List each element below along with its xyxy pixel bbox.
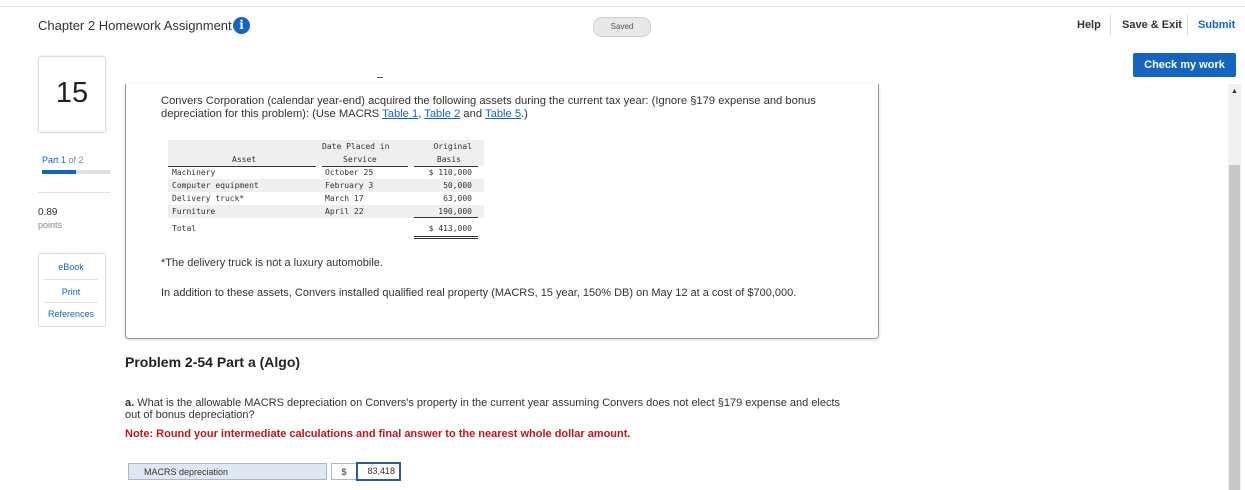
total-double-underline (414, 236, 478, 237)
print-link[interactable]: Print (38, 287, 104, 297)
basis-header-2: Basis (436, 155, 461, 164)
date-header-2: Service (343, 155, 377, 164)
resources-divider (44, 279, 98, 280)
additional-info: In addition to these assets, Convers ins… (161, 287, 797, 299)
check-my-work-button[interactable]: Check my work (1133, 53, 1236, 77)
info-icon[interactable]: i (233, 17, 250, 34)
assignment-title: Chapter 2 Homework Assignment (38, 18, 232, 33)
save-exit-button[interactable]: Save & Exit (1122, 19, 1182, 31)
basis-cell: 50,000 (443, 181, 472, 190)
asset-cell: Furniture (172, 207, 216, 216)
footnote: *The delivery truck is not a luxury auto… (161, 257, 383, 269)
header-separator (1110, 14, 1111, 36)
total-underline (414, 217, 478, 218)
question-number-box: 15 (38, 56, 106, 133)
total-double-underline (414, 238, 478, 239)
ebook-link[interactable]: eBook (38, 262, 104, 272)
table-total-row: Total $ 413,000 (168, 222, 484, 235)
table-row: Computer equipment February 3 50,000 (168, 179, 484, 192)
intro-end: .) (521, 108, 528, 120)
table-row: Delivery truck* March 17 63,000 (168, 192, 484, 205)
date-cell: March 17 (325, 194, 364, 203)
date-header: Date Placed in (322, 142, 390, 151)
points-label: points (38, 220, 63, 230)
problem-title: Problem 2-54 Part a (Algo) (125, 354, 301, 370)
scrollbar-thumb[interactable] (1229, 165, 1240, 490)
rounding-note: Note: Round your intermediate calculatio… (125, 428, 631, 440)
part-of-label: of 2 (66, 155, 84, 165)
asset-cell: Computer equipment (172, 181, 259, 190)
problem-intro: Convers Corporation (calendar year-end) … (161, 95, 851, 121)
table-2-link[interactable]: Table 2 (424, 108, 460, 120)
points-value: 0.89 (38, 207, 58, 218)
basis-cell: $ 110,000 (428, 168, 472, 177)
currency-symbol: $ (331, 463, 357, 480)
table-header-row: Asset Service Basis (168, 153, 484, 166)
table-1-link[interactable]: Table 1 (382, 108, 418, 120)
scroll-up-arrow-icon[interactable]: ▲ (1228, 86, 1241, 98)
part-label: Part 1 (42, 155, 67, 165)
question-body: What is the allowable MACRS depreciation… (125, 397, 841, 421)
part-indicator: Part 1 of 2 (42, 155, 84, 165)
table-header-row: Date Placed in Original (168, 140, 484, 153)
top-divider (0, 6, 1245, 7)
table-5-link[interactable]: Table 5 (485, 108, 521, 120)
total-label: Total (172, 224, 197, 233)
help-button[interactable]: Help (1077, 19, 1101, 31)
table-row: Machinery October 25 $ 110,000 (168, 166, 484, 179)
references-link[interactable]: References (38, 309, 104, 319)
part-progress-bar (42, 170, 76, 174)
resources-divider (44, 302, 98, 303)
total-basis: $ 413,000 (428, 224, 472, 233)
question-number: 15 (55, 77, 89, 109)
macrs-depreciation-input[interactable]: 83,418 (356, 462, 401, 481)
answer-label: MACRS depreciation (128, 463, 327, 480)
submit-button[interactable]: Submit (1198, 19, 1235, 31)
date-cell: October 25 (325, 168, 374, 177)
date-cell: April 22 (325, 207, 364, 216)
date-cell: February 3 (325, 181, 374, 190)
asset-cell: Machinery (172, 168, 216, 177)
sidebar-divider (38, 192, 110, 193)
part-progress-track (76, 170, 110, 174)
saved-status-badge: Saved (593, 17, 651, 37)
question-text: a. What is the allowable MACRS depreciat… (125, 397, 845, 421)
header-separator (1187, 14, 1188, 36)
intro-sep: and (460, 108, 485, 120)
asset-header: Asset (232, 155, 257, 164)
question-label: a. (125, 397, 135, 409)
basis-header: Original (433, 142, 472, 151)
asset-cell: Delivery truck* (172, 194, 245, 203)
basis-cell: 63,000 (443, 194, 472, 203)
dash-mark (377, 77, 383, 78)
